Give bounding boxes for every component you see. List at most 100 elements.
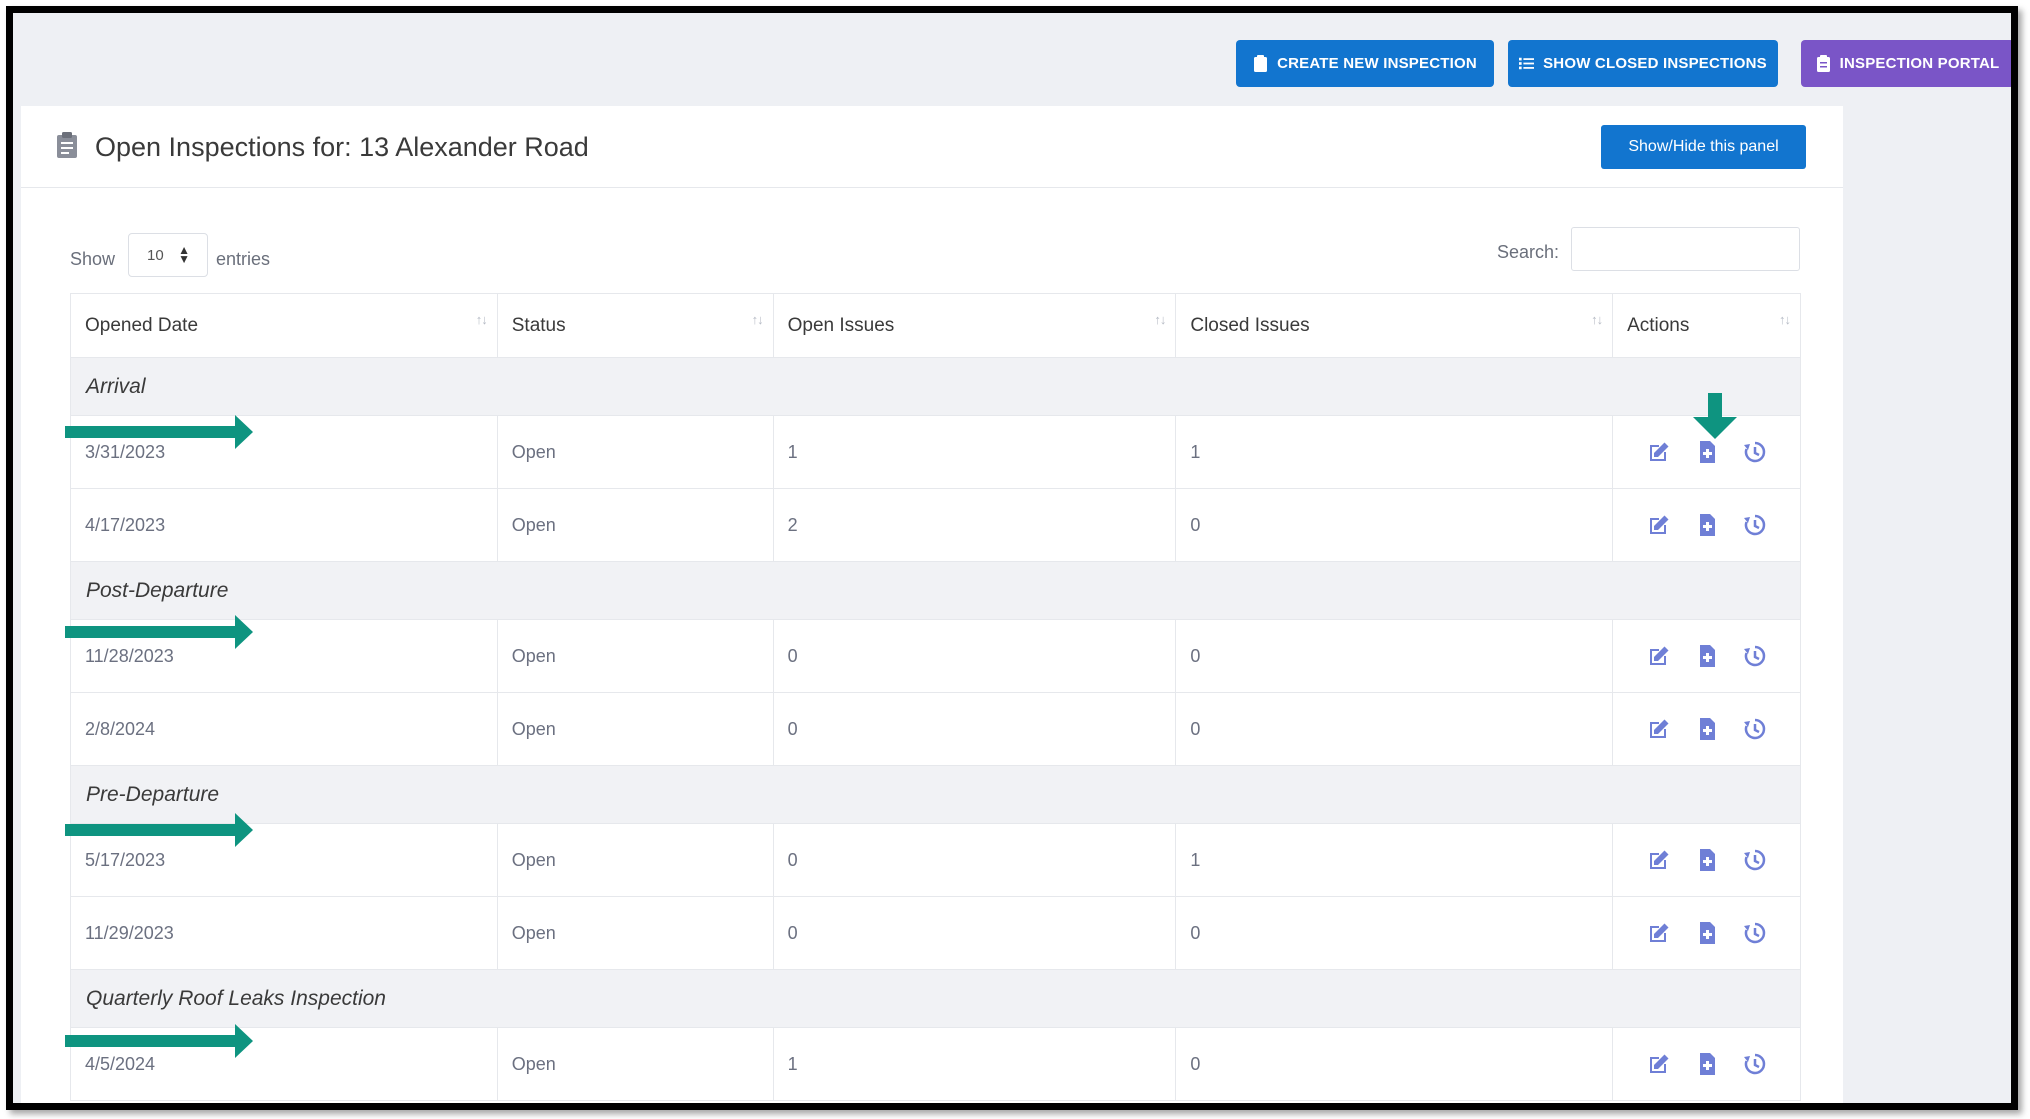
clipboard-icon [57, 132, 77, 158]
cell-status: Open [496, 896, 774, 970]
inspection-portal-button[interactable]: INSPECTION PORTAL [1801, 40, 2011, 87]
entries-select-value: 10 [147, 246, 164, 264]
add-file-icon[interactable] [1695, 1052, 1719, 1076]
column-header-label: Actions [1627, 314, 1690, 336]
add-file-icon[interactable] [1695, 440, 1719, 464]
history-icon[interactable] [1743, 513, 1767, 537]
column-header-label: Status [511, 314, 566, 336]
history-icon[interactable] [1743, 848, 1767, 872]
cell-opened-date: 11/29/2023 [70, 896, 498, 970]
add-file-icon[interactable] [1695, 513, 1719, 537]
entries-label: entries [216, 249, 271, 269]
add-file-icon[interactable] [1695, 848, 1719, 872]
cell-closed-issues: 1 [1175, 415, 1614, 489]
group-label: Post-Departure [70, 561, 1801, 620]
screenshot-frame: CREATE NEW INSPECTION SHOW CLOSED INSPEC… [6, 6, 2018, 1110]
table-group-row: Quarterly Roof Leaks Inspection [70, 969, 1801, 1028]
sort-caret-icon: ▲ ▼ [178, 243, 190, 266]
history-icon[interactable] [1743, 921, 1767, 945]
cell-actions [1612, 692, 1801, 766]
column-header-label: Open Issues [787, 314, 895, 336]
column-header-status[interactable]: Status ↑↓ [496, 293, 774, 358]
annotation-arrow-icon [65, 415, 253, 449]
edit-icon[interactable] [1647, 921, 1671, 945]
column-header-actions[interactable]: Actions ↑↓ [1612, 293, 1801, 358]
cell-closed-issues: 0 [1175, 692, 1614, 766]
history-icon[interactable] [1743, 440, 1767, 464]
table-row: 4/17/2023 Open 2 0 [70, 488, 1801, 562]
edit-icon[interactable] [1647, 717, 1671, 741]
cell-actions [1612, 619, 1801, 693]
annotation-down-arrow-icon [1693, 393, 1737, 439]
page-title: Open Inspections for: 13 Alexander Road [95, 132, 589, 162]
cell-opened-date: 4/17/2023 [70, 488, 498, 562]
table-row: 2/8/2024 Open 0 0 [70, 692, 1801, 766]
cell-status: Open [496, 823, 774, 897]
table-group-row: Arrival [70, 357, 1801, 416]
group-label: Pre-Departure [70, 765, 1801, 824]
cell-closed-issues: 0 [1175, 619, 1614, 693]
column-header-opened-date[interactable]: Opened Date ↑↓ [70, 293, 498, 358]
history-icon[interactable] [1743, 644, 1767, 668]
cell-open-issues: 1 [772, 1027, 1177, 1101]
cell-open-issues: 0 [772, 896, 1177, 970]
clipboard-list-icon [1816, 55, 1830, 72]
cell-closed-issues: 0 [1175, 1027, 1614, 1101]
show-label: Show [70, 249, 116, 269]
table-row: 4/5/2024 Open 1 0 [70, 1027, 1801, 1101]
cell-status: Open [496, 619, 774, 693]
column-header-open-issues[interactable]: Open Issues ↑↓ [772, 293, 1177, 358]
annotation-arrow-icon [65, 813, 253, 847]
cell-open-issues: 2 [772, 488, 1177, 562]
edit-icon[interactable] [1647, 848, 1671, 872]
cell-actions [1612, 896, 1801, 970]
inspections-table: Opened Date ↑↓ Status ↑↓ Open Issues ↑↓ Clo… [70, 293, 1801, 1101]
table-row: 11/29/2023 Open 0 0 [70, 896, 1801, 970]
edit-icon[interactable] [1647, 1052, 1671, 1076]
add-file-icon[interactable] [1695, 717, 1719, 741]
edit-icon[interactable] [1647, 513, 1671, 537]
sort-icon: ↑↓ [1154, 312, 1166, 327]
table-body: Arrival 3/31/2023 Open 1 1 4/17/2023 Open 2 0 Pos… [70, 357, 1801, 1101]
table-group-row: Post-Departure [70, 561, 1801, 620]
list-icon [1519, 57, 1535, 70]
cell-actions [1612, 823, 1801, 897]
sort-icon: ↑↓ [751, 312, 764, 327]
add-file-icon[interactable] [1695, 921, 1719, 945]
search-input[interactable] [1571, 227, 1800, 271]
edit-icon[interactable] [1647, 440, 1671, 464]
cell-closed-issues: 1 [1175, 823, 1614, 897]
show-closed-inspections-button[interactable]: SHOW CLOSED INSPECTIONS [1508, 40, 1778, 87]
cell-actions [1612, 1027, 1801, 1101]
entries-select[interactable]: 10 ▲ ▼ [128, 233, 208, 277]
cell-opened-date: 2/8/2024 [70, 692, 498, 766]
sort-icon: ↑↓ [1779, 312, 1791, 327]
create-new-inspection-label: CREATE NEW INSPECTION [1277, 55, 1477, 72]
column-header-label: Opened Date [85, 314, 199, 336]
panel-header: Open Inspections for: 13 Alexander Road … [21, 106, 1843, 188]
history-icon[interactable] [1743, 717, 1767, 741]
table-row: 3/31/2023 Open 1 1 [70, 415, 1801, 489]
cell-actions [1612, 488, 1801, 562]
cell-open-issues: 1 [772, 415, 1177, 489]
add-file-icon[interactable] [1695, 644, 1719, 668]
cell-open-issues: 0 [772, 619, 1177, 693]
edit-icon[interactable] [1647, 644, 1671, 668]
search-label: Search: [1497, 242, 1560, 262]
cell-open-issues: 0 [772, 692, 1177, 766]
show-hide-panel-button[interactable]: Show/Hide this panel [1601, 125, 1806, 169]
sort-icon: ↑↓ [1591, 312, 1603, 327]
table-row: 11/28/2023 Open 0 0 [70, 619, 1801, 693]
history-icon[interactable] [1743, 1052, 1767, 1076]
column-header-label: Closed Issues [1190, 314, 1310, 336]
inspection-portal-label: INSPECTION PORTAL [1839, 55, 2000, 72]
cell-status: Open [496, 692, 774, 766]
annotation-arrow-icon [65, 1024, 253, 1058]
cell-status: Open [496, 415, 774, 489]
column-header-closed-issues[interactable]: Closed Issues ↑↓ [1175, 293, 1614, 358]
create-new-inspection-button[interactable]: CREATE NEW INSPECTION [1236, 40, 1494, 87]
table-group-row: Pre-Departure [70, 765, 1801, 824]
cell-closed-issues: 0 [1175, 488, 1614, 562]
cell-closed-issues: 0 [1175, 896, 1614, 970]
cell-status: Open [496, 488, 774, 562]
